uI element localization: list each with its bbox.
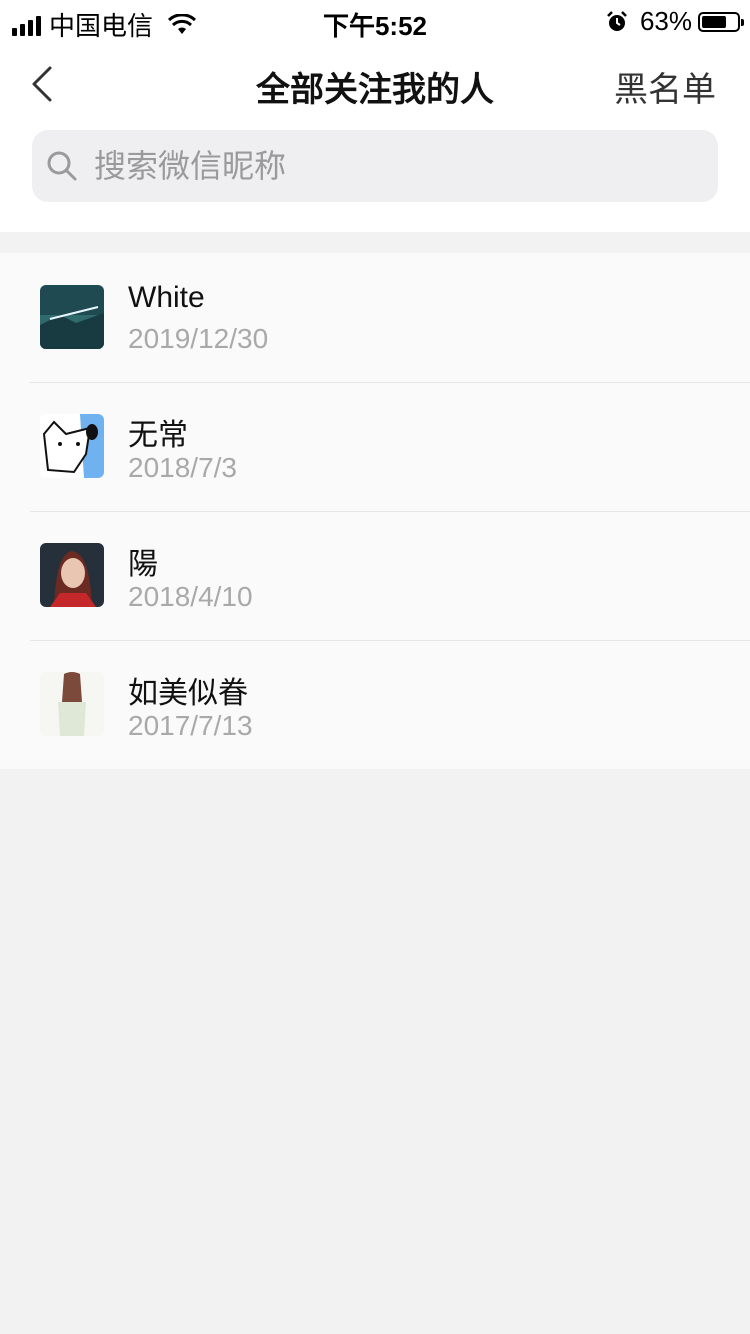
follow-date: 2019/12/30 [128,323,269,354]
follower-row[interactable]: White 2019/12/30 [0,253,750,382]
header-area: 中国电信 下午5:52 63% 全部关注我的人 黑名单 [0,0,750,232]
follower-list: White 2019/12/30 无常 2018/7/3 陽 2018/4/10… [0,253,750,769]
status-right: 63% [606,6,744,37]
nav-bar: 全部关注我的人 黑名单 [0,40,750,130]
avatar [40,543,104,607]
follower-name: 无常 [128,419,188,452]
battery-icon [698,11,744,32]
follow-date: 2018/7/3 [128,452,237,483]
follow-date: 2017/7/13 [128,710,253,741]
follower-name: 如美似眷 [128,677,248,710]
follower-row[interactable]: 陽 2018/4/10 [0,511,750,640]
search-input[interactable] [92,146,656,186]
follower-row[interactable]: 无常 2018/7/3 [0,382,750,511]
follower-name: 陽 [128,548,158,581]
alarm-icon [607,10,627,31]
follower-row[interactable]: 如美似眷 2017/7/13 [0,640,750,769]
battery-percent: 63% [639,6,692,36]
avatar [40,285,104,349]
blacklist-button[interactable]: 黑名单 [614,62,716,111]
avatar [40,414,104,478]
avatar [40,672,104,736]
search-icon [47,151,77,181]
follow-date: 2018/4/10 [128,581,253,612]
status-bar: 中国电信 下午5:52 63% [0,0,750,41]
follower-name: White [128,281,205,314]
search-bar[interactable] [32,130,718,202]
